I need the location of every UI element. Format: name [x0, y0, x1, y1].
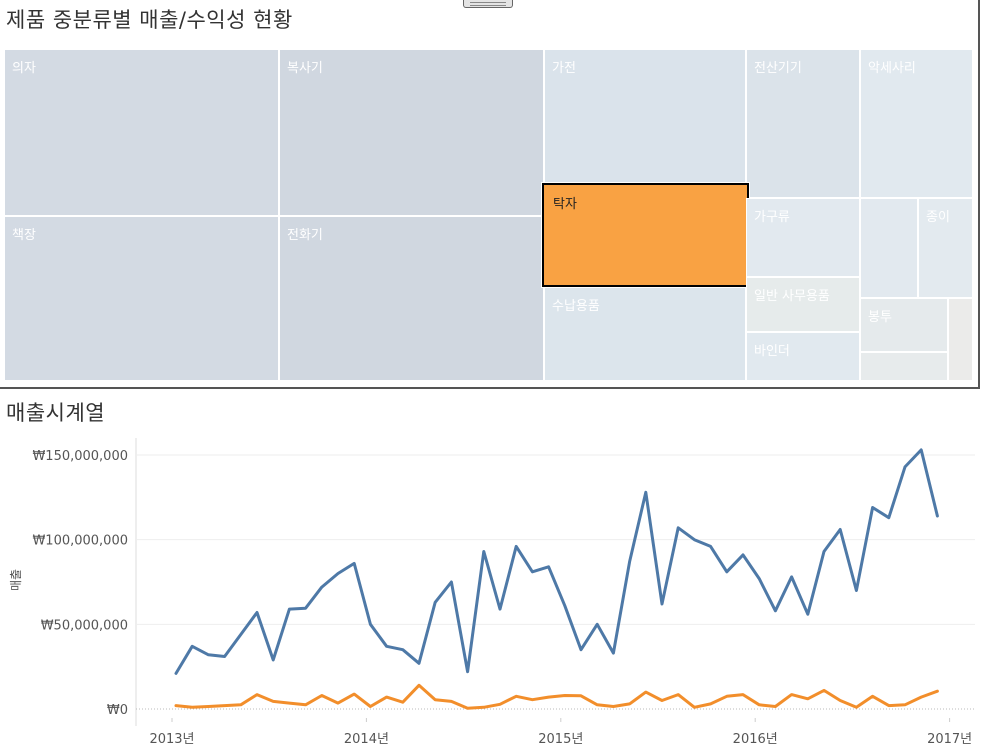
- treemap-cell[interactable]: 가전: [544, 49, 746, 185]
- treemap-cell[interactable]: 수납용품: [544, 287, 746, 381]
- treemap-cell-label: 일반 사무용품: [754, 289, 830, 304]
- treemap-title: 제품 중분류별 매출/수익성 현황: [6, 8, 293, 32]
- treemap-cell-label: 전산기기: [754, 61, 802, 76]
- treemap-cell[interactable]: 책장: [4, 216, 279, 381]
- sales-line-chart: ₩150,000,000 ₩100,000,000 ₩50,000,000 ₩0 201…: [9, 438, 975, 747]
- treemap-cell-label: 복사기: [287, 61, 323, 76]
- treemap-panel: 의자 복사기 가전 전산기기 악세사리책장 전화기 탁자수납용품 가구류 종이일반 사무용품봉투…: [0, 0, 980, 389]
- treemap-cell-label: 종이: [926, 210, 950, 225]
- treemap-cell-label: 전화기: [287, 228, 323, 243]
- treemap-cell-label: 의자: [12, 61, 36, 76]
- treemap-cell-label: 책장: [12, 228, 36, 243]
- y-tick-label: ₩100,000,000: [32, 534, 128, 549]
- x-tick-label: 2013년: [149, 732, 194, 747]
- treemap-cell[interactable]: [860, 198, 918, 298]
- treemap-cell-label: 봉투: [868, 310, 892, 325]
- treemap-cell[interactable]: 전화기: [279, 216, 544, 381]
- x-tick-label: 2017년: [927, 732, 972, 747]
- treemap-cell-label: 가전: [552, 61, 576, 76]
- y-tick-label: ₩150,000,000: [32, 449, 128, 464]
- treemap-cell[interactable]: 복사기: [279, 49, 544, 216]
- treemap-cell-label: 악세사리: [868, 61, 916, 76]
- treemap-cell[interactable]: 일반 사무용품: [746, 277, 860, 332]
- y-tick-label: ₩50,000,000: [41, 618, 128, 633]
- sales-series-line[interactable]: [174, 448, 939, 675]
- x-tick-label: 2016년: [733, 732, 778, 747]
- y-tick-label: ₩0: [107, 703, 128, 718]
- treemap-cell[interactable]: 의자: [4, 49, 279, 216]
- treemap-cell[interactable]: 탁자: [541, 182, 750, 288]
- x-tick-label: 2014년: [344, 732, 389, 747]
- treemap-cell[interactable]: [948, 298, 973, 381]
- treemap-cell[interactable]: 바인더: [746, 332, 860, 381]
- treemap-cell[interactable]: [860, 352, 948, 381]
- treemap-cell-label: 바인더: [754, 344, 790, 359]
- treemap: 의자 복사기 가전 전산기기 악세사리책장 전화기 탁자수납용품 가구류 종이일반 사무용품봉투…: [0, 0, 980, 389]
- treemap-cell[interactable]: 전산기기: [746, 49, 860, 198]
- treemap-cell-label: 탁자: [553, 197, 577, 212]
- treemap-cell[interactable]: 종이: [918, 198, 973, 298]
- x-tick-label: 2015년: [538, 732, 583, 747]
- treemap-cell[interactable]: 봉투: [860, 298, 948, 352]
- treemap-cell[interactable]: 악세사리: [860, 49, 973, 198]
- treemap-cell-label: 가구류: [754, 210, 790, 225]
- y-axis-title: 매출: [9, 569, 23, 591]
- panel-drag-handle[interactable]: [463, 0, 513, 8]
- treemap-cell-label: 수납용품: [552, 299, 600, 314]
- treemap-cell[interactable]: 가구류: [746, 198, 860, 277]
